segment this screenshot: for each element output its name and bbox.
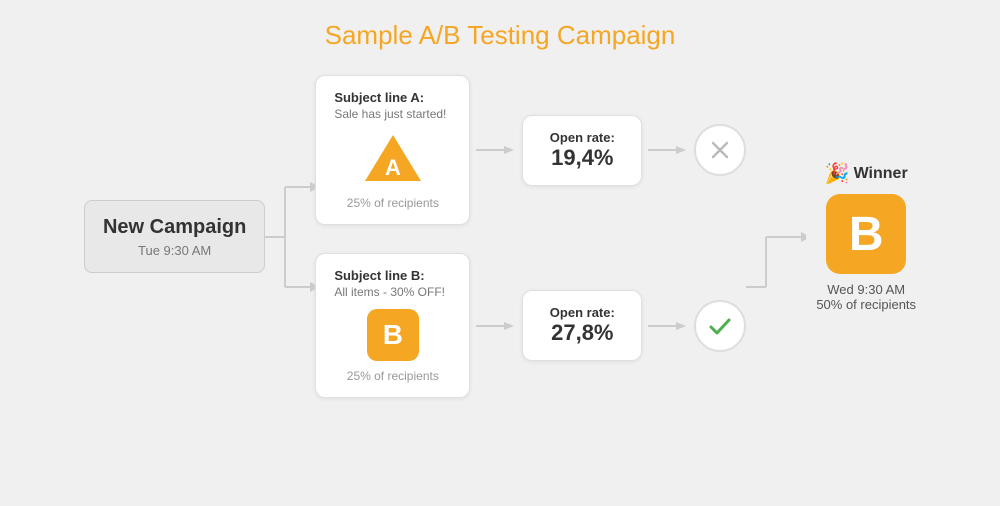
winner-text: Winner xyxy=(854,165,908,183)
winner-connector xyxy=(746,152,806,322)
winner-label-row: 🎉 Winner xyxy=(825,161,908,186)
arrow-a-to-or xyxy=(476,140,516,160)
winner-footer: Wed 9:30 AM 50% of recipients xyxy=(816,282,916,312)
winner-box: B xyxy=(826,194,906,274)
subject-a-subtitle: Sale has just started! xyxy=(334,107,451,121)
campaign-label: New Campaign xyxy=(103,215,246,239)
campaign-start-box: New Campaign Tue 9:30 AM xyxy=(84,200,265,273)
branches-container: Subject line A: Sale has just started! A… xyxy=(315,75,746,398)
icon-a-wrap: A xyxy=(334,131,451,188)
winner-recipients: 50% of recipients xyxy=(816,297,916,312)
accept-icon xyxy=(706,312,734,340)
subject-a-recipients: 25% of recipients xyxy=(334,196,451,210)
winner-emoji-icon: 🎉 xyxy=(825,161,850,186)
square-b-icon: B xyxy=(367,309,419,361)
winner-section: 🎉 Winner B Wed 9:30 AM 50% of recipients xyxy=(816,161,916,312)
open-rate-a-value: 19,4% xyxy=(541,145,623,171)
arrow-or-to-decision-a xyxy=(648,140,688,160)
open-rate-b-card: Open rate: 27,8% xyxy=(522,290,642,361)
diagram: New Campaign Tue 9:30 AM Subject line A:… xyxy=(20,75,980,398)
subject-b-card: Subject line B: All items - 30% OFF! B 2… xyxy=(315,253,470,398)
arrow-b-to-or xyxy=(476,316,516,336)
winner-connect-svg xyxy=(746,152,806,322)
open-rate-a-card: Open rate: 19,4% xyxy=(522,115,642,186)
page-title: Sample A/B Testing Campaign xyxy=(325,20,676,51)
triangle-a-icon: A xyxy=(363,131,423,183)
campaign-time: Tue 9:30 AM xyxy=(103,243,246,258)
open-rate-a-label: Open rate: xyxy=(541,130,623,145)
subject-b-title: Subject line B: xyxy=(334,268,451,283)
branch-b: Subject line B: All items - 30% OFF! B 2… xyxy=(315,253,746,398)
arrow-svg-or-b xyxy=(648,316,688,336)
winner-time: Wed 9:30 AM xyxy=(816,282,916,297)
open-rate-b-value: 27,8% xyxy=(541,320,623,346)
subject-b-subtitle: All items - 30% OFF! xyxy=(334,285,451,299)
open-rate-b-label: Open rate: xyxy=(541,305,623,320)
branch-a: Subject line A: Sale has just started! A… xyxy=(315,75,746,225)
arrow-svg-or-a xyxy=(648,140,688,160)
decision-b-circle xyxy=(694,300,746,352)
reject-icon xyxy=(708,138,732,162)
arrow-svg-a xyxy=(476,140,516,160)
subject-a-title: Subject line A: xyxy=(334,90,451,105)
arrow-or-to-decision-b xyxy=(648,316,688,336)
subject-b-recipients: 25% of recipients xyxy=(334,369,451,383)
subject-a-card: Subject line A: Sale has just started! A… xyxy=(315,75,470,225)
fork-svg xyxy=(265,152,315,322)
fork-connector xyxy=(265,152,315,322)
svg-text:A: A xyxy=(385,155,401,180)
arrow-svg-b xyxy=(476,316,516,336)
decision-a-circle xyxy=(694,124,746,176)
